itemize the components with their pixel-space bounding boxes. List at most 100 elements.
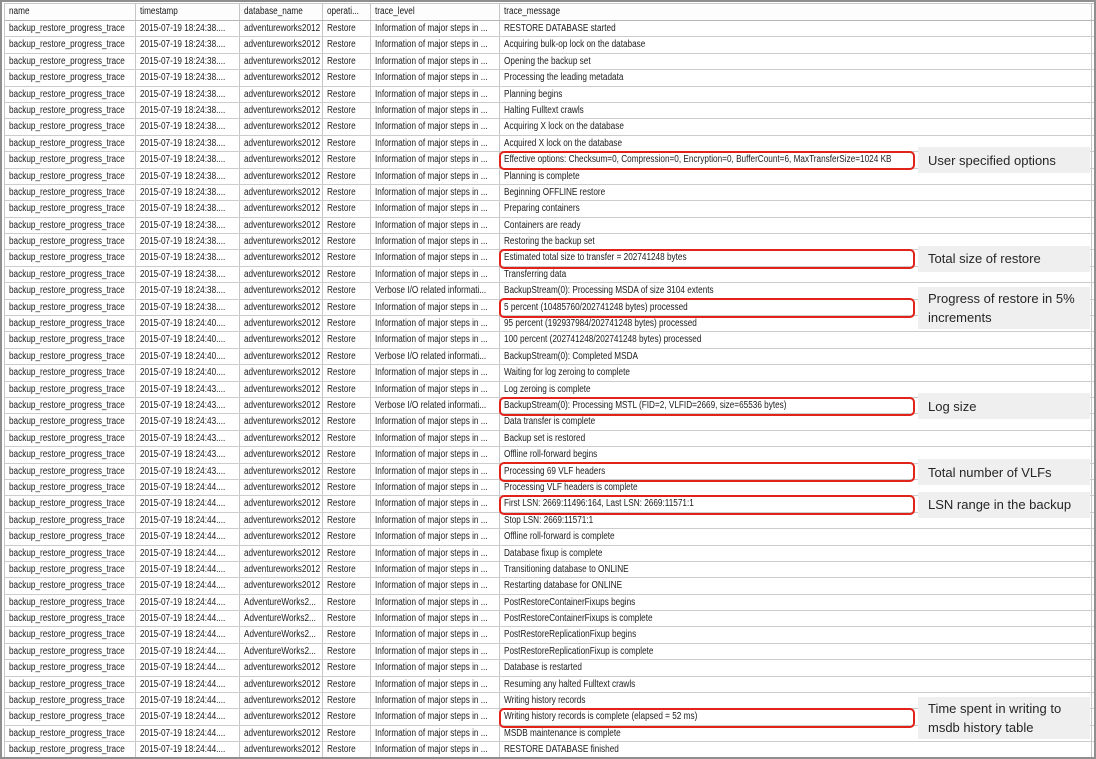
- cell-trace_message: Restarting database for ONLINE: [500, 578, 1092, 593]
- cell-timestamp: 2015-07-19 18:24:44....: [136, 644, 240, 659]
- cell-trace_level: Information of major steps in ...: [371, 152, 500, 167]
- cell-name: backup_restore_progress_trace: [5, 578, 136, 593]
- table-row[interactable]: backup_restore_progress_trace2015-07-19 …: [5, 332, 1094, 348]
- cell-trace_message: PostRestoreReplicationFixup begins: [500, 627, 1092, 642]
- table-row[interactable]: backup_restore_progress_trace2015-07-19 …: [5, 627, 1094, 643]
- cell-database_name: adventureworks2012: [240, 283, 323, 298]
- table-row[interactable]: backup_restore_progress_trace2015-07-19 …: [5, 529, 1094, 545]
- table-row[interactable]: backup_restore_progress_trace2015-07-19 …: [5, 87, 1094, 103]
- column-header-operation[interactable]: operati...: [323, 4, 371, 20]
- table-row[interactable]: backup_restore_progress_trace2015-07-19 …: [5, 595, 1094, 611]
- table-row[interactable]: backup_restore_progress_trace2015-07-19 …: [5, 546, 1094, 562]
- cell-database_name: adventureworks2012: [240, 382, 323, 397]
- table-row[interactable]: backup_restore_progress_trace2015-07-19 …: [5, 660, 1094, 676]
- table-row[interactable]: backup_restore_progress_trace2015-07-19 …: [5, 119, 1094, 135]
- cell-database_name: adventureworks2012: [240, 480, 323, 495]
- cell-database_name: adventureworks2012: [240, 54, 323, 69]
- cell-timestamp: 2015-07-19 18:24:38....: [136, 70, 240, 85]
- cell-operation: Restore: [323, 103, 371, 118]
- cell-trace_level: Information of major steps in ...: [371, 693, 500, 708]
- cell-trace_level: Information of major steps in ...: [371, 414, 500, 429]
- cell-name: backup_restore_progress_trace: [5, 201, 136, 216]
- table-row[interactable]: backup_restore_progress_trace2015-07-19 …: [5, 365, 1094, 381]
- table-row[interactable]: backup_restore_progress_trace2015-07-19 …: [5, 677, 1094, 693]
- cell-timestamp: 2015-07-19 18:24:38....: [136, 250, 240, 265]
- table-row[interactable]: backup_restore_progress_trace2015-07-19 …: [5, 21, 1094, 37]
- cell-timestamp: 2015-07-19 18:24:43....: [136, 464, 240, 479]
- cell-timestamp: 2015-07-19 18:24:43....: [136, 382, 240, 397]
- cell-timestamp: 2015-07-19 18:24:38....: [136, 119, 240, 134]
- table-row[interactable]: backup_restore_progress_trace2015-07-19 …: [5, 103, 1094, 119]
- cell-database_name: adventureworks2012: [240, 267, 323, 282]
- cell-operation: Restore: [323, 398, 371, 413]
- cell-name: backup_restore_progress_trace: [5, 54, 136, 69]
- cell-database_name: adventureworks2012: [240, 169, 323, 184]
- cell-trace_level: Information of major steps in ...: [371, 332, 500, 347]
- cell-timestamp: 2015-07-19 18:24:38....: [136, 87, 240, 102]
- cell-name: backup_restore_progress_trace: [5, 496, 136, 511]
- cell-database_name: adventureworks2012: [240, 201, 323, 216]
- cell-trace_level: Information of major steps in ...: [371, 546, 500, 561]
- annotation-callout: Total number of VLFs: [918, 459, 1090, 485]
- table-row[interactable]: backup_restore_progress_trace2015-07-19 …: [5, 431, 1094, 447]
- column-header-name[interactable]: name: [5, 4, 136, 20]
- cell-name: backup_restore_progress_trace: [5, 169, 136, 184]
- cell-operation: Restore: [323, 382, 371, 397]
- cell-database_name: adventureworks2012: [240, 37, 323, 52]
- cell-name: backup_restore_progress_trace: [5, 709, 136, 724]
- cell-trace_level: Information of major steps in ...: [371, 677, 500, 692]
- cell-timestamp: 2015-07-19 18:24:44....: [136, 562, 240, 577]
- table-row[interactable]: backup_restore_progress_trace2015-07-19 …: [5, 644, 1094, 660]
- table-row[interactable]: backup_restore_progress_trace2015-07-19 …: [5, 611, 1094, 627]
- cell-database_name: adventureworks2012: [240, 300, 323, 315]
- cell-database_name: adventureworks2012: [240, 119, 323, 134]
- cell-trace_message: Transitioning database to ONLINE: [500, 562, 1092, 577]
- cell-name: backup_restore_progress_trace: [5, 464, 136, 479]
- cell-trace_message: Backup set is restored: [500, 431, 1092, 446]
- table-row[interactable]: backup_restore_progress_trace2015-07-19 …: [5, 37, 1094, 53]
- table-row[interactable]: backup_restore_progress_trace2015-07-19 …: [5, 54, 1094, 70]
- table-row[interactable]: backup_restore_progress_trace2015-07-19 …: [5, 562, 1094, 578]
- cell-operation: Restore: [323, 562, 371, 577]
- cell-database_name: AdventureWorks2...: [240, 644, 323, 659]
- cell-operation: Restore: [323, 21, 371, 36]
- column-header-trace_message[interactable]: trace_message: [500, 4, 1092, 20]
- cell-trace_message: Processing the leading metadata: [500, 70, 1092, 85]
- cell-name: backup_restore_progress_trace: [5, 316, 136, 331]
- table-row[interactable]: backup_restore_progress_trace2015-07-19 …: [5, 185, 1094, 201]
- cell-timestamp: 2015-07-19 18:24:44....: [136, 496, 240, 511]
- cell-operation: Restore: [323, 529, 371, 544]
- cell-trace_message: Waiting for log zeroing to complete: [500, 365, 1092, 380]
- cell-trace_level: Information of major steps in ...: [371, 464, 500, 479]
- cell-database_name: adventureworks2012: [240, 185, 323, 200]
- cell-operation: Restore: [323, 316, 371, 331]
- cell-database_name: AdventureWorks2...: [240, 595, 323, 610]
- table-row[interactable]: backup_restore_progress_trace2015-07-19 …: [5, 578, 1094, 594]
- column-header-timestamp[interactable]: timestamp: [136, 4, 240, 20]
- cell-trace_level: Information of major steps in ...: [371, 250, 500, 265]
- table-row[interactable]: backup_restore_progress_trace2015-07-19 …: [5, 742, 1094, 758]
- cell-name: backup_restore_progress_trace: [5, 218, 136, 233]
- column-header-trace_level[interactable]: trace_level: [371, 4, 500, 20]
- cell-operation: Restore: [323, 709, 371, 724]
- cell-operation: Restore: [323, 283, 371, 298]
- cell-timestamp: 2015-07-19 18:24:38....: [136, 169, 240, 184]
- cell-trace_level: Verbose I/O related informati...: [371, 349, 500, 364]
- cell-name: backup_restore_progress_trace: [5, 726, 136, 741]
- table-row[interactable]: backup_restore_progress_trace2015-07-19 …: [5, 349, 1094, 365]
- cell-database_name: adventureworks2012: [240, 660, 323, 675]
- table-row[interactable]: backup_restore_progress_trace2015-07-19 …: [5, 70, 1094, 86]
- cell-trace_level: Information of major steps in ...: [371, 37, 500, 52]
- cell-trace_message: Resuming any halted Fulltext crawls: [500, 677, 1092, 692]
- cell-timestamp: 2015-07-19 18:24:43....: [136, 414, 240, 429]
- annotation-text: User specified options: [928, 151, 1090, 170]
- table-row[interactable]: backup_restore_progress_trace2015-07-19 …: [5, 201, 1094, 217]
- cell-trace_level: Information of major steps in ...: [371, 136, 500, 151]
- column-header-database_name[interactable]: database_name: [240, 4, 323, 20]
- cell-trace_message: Planning begins: [500, 87, 1092, 102]
- cell-timestamp: 2015-07-19 18:24:43....: [136, 398, 240, 413]
- annotation-text: Time spent in writing to: [928, 699, 1090, 718]
- cell-operation: Restore: [323, 578, 371, 593]
- table-row[interactable]: backup_restore_progress_trace2015-07-19 …: [5, 218, 1094, 234]
- annotation-text: Total number of VLFs: [928, 463, 1090, 482]
